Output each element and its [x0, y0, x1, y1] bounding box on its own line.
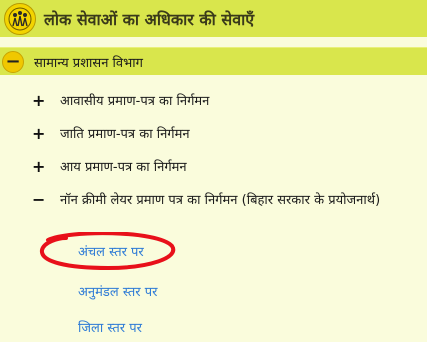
service-item-expanded[interactable]: − नॉन क्रीमी लेयर प्रमाण पत्र का निर्गमन…: [32, 191, 402, 210]
collapse-icon[interactable]: −: [32, 191, 50, 209]
sub-level-link-anumandal[interactable]: अनुमंडल स्तर पर: [78, 282, 157, 300]
expand-icon[interactable]: +: [32, 92, 50, 110]
page-header: लोक सेवाओं का अधिकार की सेवाएँ: [0, 0, 427, 37]
service-item[interactable]: + जाति प्रमाण-पत्र का निर्गमन: [32, 125, 190, 144]
service-label[interactable]: नॉन क्रीमी लेयर प्रमाण पत्र का निर्गमन (…: [60, 191, 400, 210]
emblem-icon: [4, 2, 36, 35]
service-label[interactable]: आवासीय प्रमाण-पत्र का निर्गमन: [60, 92, 209, 111]
service-label[interactable]: जाति प्रमाण-पत्र का निर्गमन: [60, 125, 190, 144]
service-item[interactable]: + आवासीय प्रमाण-पत्र का निर्गमन: [32, 92, 209, 111]
expand-icon[interactable]: +: [32, 125, 50, 143]
sub-level-link-jila[interactable]: जिला स्तर पर: [78, 318, 142, 336]
sub-level-link-anchal[interactable]: अंचल स्तर पर: [78, 242, 144, 260]
page-title: लोक सेवाओं का अधिकार की सेवाएँ: [44, 9, 255, 29]
collapse-toggle[interactable]: −: [2, 50, 24, 73]
expand-icon[interactable]: +: [32, 158, 50, 176]
service-item[interactable]: + आय प्रमाण-पत्र का निर्गमन: [32, 158, 187, 177]
service-label[interactable]: आय प्रमाण-पत्र का निर्गमन: [60, 158, 187, 177]
department-title[interactable]: सामान्य प्रशासन विभाग: [34, 53, 143, 71]
department-section[interactable]: − सामान्य प्रशासन विभाग: [0, 47, 427, 75]
